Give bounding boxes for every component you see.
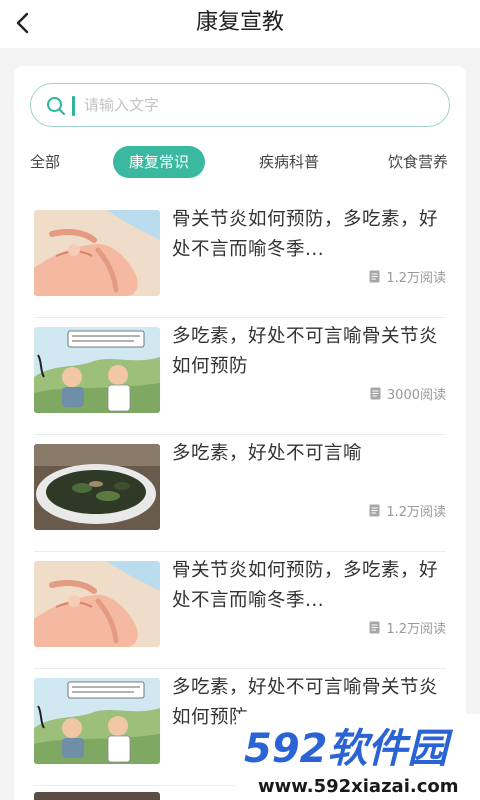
- article-item[interactable]: 多吃素，好处不可言喻骨关节炎如何预防 3000阅读: [34, 318, 446, 435]
- tab-diet-nutrition[interactable]: 饮食营养: [388, 146, 448, 178]
- read-count: 1.2万阅读: [369, 267, 446, 286]
- watermark-url: www.592xiazai.com: [258, 776, 459, 797]
- search-input[interactable]: [84, 92, 424, 118]
- read-count: 1.2万阅读: [369, 618, 446, 637]
- document-icon: [369, 504, 380, 517]
- article-title: 骨关节炎如何预防，多吃素，好处不言而喻冬季...: [172, 560, 439, 611]
- read-count-text: 3000阅读: [386, 387, 446, 403]
- tab-all[interactable]: 全部: [30, 146, 60, 178]
- document-icon: [369, 270, 380, 283]
- article-thumbnail: [34, 561, 160, 647]
- tab-rehab-knowledge[interactable]: 康复常识: [113, 146, 206, 178]
- search-icon: [46, 96, 66, 116]
- article-item[interactable]: 骨关节炎如何预防，多吃素，好处不言而喻冬季... 1.2万阅读: [34, 552, 446, 669]
- read-count: 3000阅读: [370, 384, 446, 403]
- article-title: 骨关节炎如何预防，多吃素，好处不言而喻冬季...: [172, 209, 439, 260]
- search-box[interactable]: [30, 83, 450, 127]
- article-item[interactable]: 骨关节炎如何预防，多吃素，好处不言而喻冬季... 1.2万阅读: [34, 201, 446, 318]
- article-thumbnail: [34, 678, 160, 764]
- read-count-text: 1.2万阅读: [386, 270, 446, 286]
- text-cursor: [72, 96, 75, 116]
- read-count-text: 1.2万阅读: [386, 504, 446, 520]
- document-icon: [370, 387, 381, 400]
- read-count-text: 1.2万阅读: [386, 621, 446, 637]
- watermark-logo: 592软件园 www.592xiazai.com: [236, 714, 480, 800]
- article-title: 多吃素，好处不可言喻骨关节炎如何预防: [172, 326, 439, 377]
- article-thumbnail: [34, 210, 160, 296]
- article-thumbnail: [34, 792, 160, 800]
- article-thumbnail: [34, 327, 160, 413]
- read-count: 1.2万阅读: [369, 501, 446, 520]
- document-icon: [369, 621, 380, 634]
- article-item[interactable]: 多吃素，好处不可言喻 1.2万阅读: [34, 435, 446, 552]
- tab-disease-science[interactable]: 疾病科普: [259, 146, 319, 178]
- header-bar: 康复宣教: [0, 0, 480, 48]
- watermark-brand: 592软件园: [244, 726, 453, 772]
- article-title: 多吃素，好处不可言喻: [172, 443, 363, 464]
- article-thumbnail: [34, 444, 160, 530]
- page-title: 康复宣教: [195, 10, 284, 35]
